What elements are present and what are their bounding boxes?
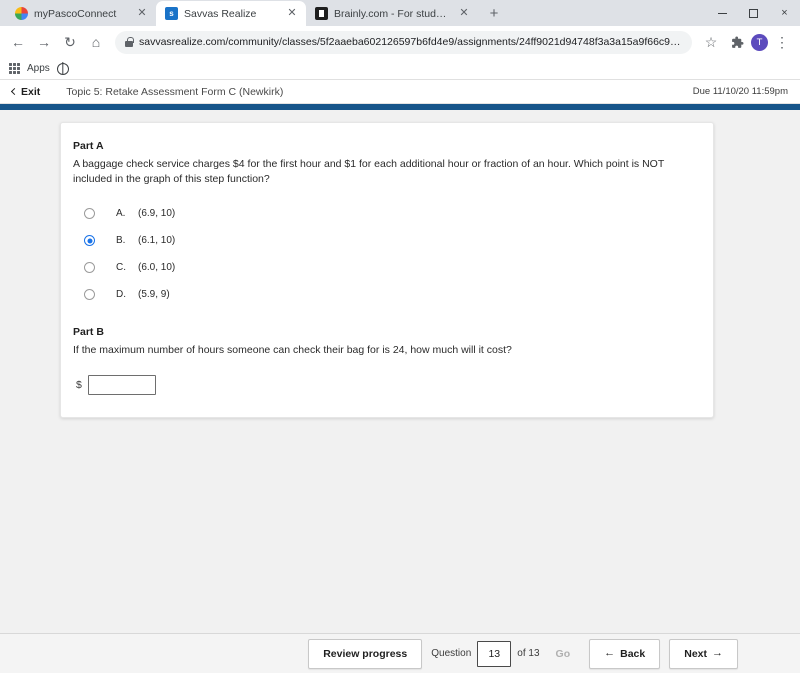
review-progress-button[interactable]: Review progress xyxy=(308,638,423,669)
option-letter: D. xyxy=(116,289,126,301)
answer-options: A. (6.9, 10) B. (6.1, 10) C. (6.0, 10) D… xyxy=(73,200,697,308)
option-text: (6.9, 10) xyxy=(138,208,176,220)
bookmark-apps-label[interactable]: Apps xyxy=(27,63,50,74)
maximize-button[interactable] xyxy=(738,0,769,26)
reload-icon[interactable]: ↻ xyxy=(58,30,82,54)
radio-b[interactable] xyxy=(84,235,95,247)
content-area: Part A A baggage check service charges $… xyxy=(0,110,800,633)
forward-icon[interactable]: → xyxy=(32,30,56,54)
answer-input[interactable] xyxy=(87,374,156,395)
browser-titlebar: myPascoConnect ✕ s Savvas Realize ✕ Brai… xyxy=(0,0,800,26)
tab-title: Brainly.com - For students. By stu xyxy=(334,7,451,20)
exit-button[interactable]: Exit xyxy=(10,85,41,98)
back-label: Back xyxy=(620,647,646,660)
assignment-header: Exit Topic 5: Retake Assessment Form C (… xyxy=(0,80,800,104)
back-button[interactable]: ← Back xyxy=(589,638,661,669)
radio-a[interactable] xyxy=(84,208,95,220)
browser-toolbar: ← → ↻ ⌂ savvasrealize.com/community/clas… xyxy=(0,26,800,58)
question-label: Question xyxy=(431,648,472,659)
url-text: savvasrealize.com/community/classes/5f2a… xyxy=(139,36,682,48)
part-b-label: Part B xyxy=(73,326,104,339)
arrow-left-icon: ← xyxy=(604,647,616,659)
tab-mypascoconnect[interactable]: myPascoConnect ✕ xyxy=(6,1,156,26)
minimize-button[interactable] xyxy=(707,0,738,26)
back-icon[interactable]: ← xyxy=(6,30,30,54)
page-title: Topic 5: Retake Assessment Form C (Newki… xyxy=(66,85,284,98)
exit-label: Exit xyxy=(21,85,41,98)
chevron-left-icon xyxy=(10,87,19,96)
extensions-puzzle-icon[interactable] xyxy=(725,30,749,54)
option-letter: A. xyxy=(116,208,126,220)
tab-title: Savvas Realize xyxy=(184,7,257,20)
address-bar[interactable]: savvasrealize.com/community/classes/5f2a… xyxy=(115,30,692,54)
tab-title: myPascoConnect xyxy=(34,7,117,20)
close-icon[interactable]: ✕ xyxy=(457,7,471,21)
new-tab-button[interactable]: + xyxy=(481,1,507,26)
next-label: Next xyxy=(684,647,707,660)
question-navigator: Question of 13 Go xyxy=(431,638,581,669)
pasco-circle-icon xyxy=(15,7,28,20)
arrow-right-icon: → xyxy=(712,647,723,659)
bookmark-star-icon[interactable]: ☆ xyxy=(699,30,723,54)
home-icon[interactable]: ⌂ xyxy=(84,30,108,54)
option-d[interactable]: D. (5.9, 9) xyxy=(73,281,697,308)
option-b[interactable]: B. (6.1, 10) xyxy=(73,227,697,254)
option-text: (5.9, 9) xyxy=(138,289,170,301)
part-b-question-text: If the maximum number of hours someone c… xyxy=(73,344,512,357)
lock-icon xyxy=(125,37,134,47)
part-b-section: Part B If the maximum number of hours so… xyxy=(73,326,697,395)
option-letter: B. xyxy=(116,235,126,247)
close-icon[interactable]: ✕ xyxy=(285,7,299,21)
option-c[interactable]: C. (6.0, 10) xyxy=(73,254,697,281)
question-total-label: of 13 xyxy=(517,648,540,659)
tab-strip: myPascoConnect ✕ s Savvas Realize ✕ Brai… xyxy=(6,0,507,26)
option-letter: C. xyxy=(116,262,126,274)
brainly-icon xyxy=(315,7,328,20)
part-a-question-text: A baggage check service charges $4 for t… xyxy=(73,158,665,186)
option-text: (6.1, 10) xyxy=(138,235,176,247)
window-controls: × xyxy=(707,0,800,26)
go-button[interactable]: Go xyxy=(545,638,581,669)
assessment-footer: Review progress Question of 13 Go ← Back… xyxy=(0,633,800,673)
currency-symbol: $ xyxy=(76,378,82,391)
due-date: Due 11/10/20 11:59pm xyxy=(692,86,788,97)
page-content: Exit Topic 5: Retake Assessment Form C (… xyxy=(0,80,800,673)
part-b-answer-row: $ xyxy=(73,374,697,395)
menu-icon[interactable]: ⋮ xyxy=(770,30,794,54)
part-a-label: Part A xyxy=(73,140,104,152)
close-window-button[interactable]: × xyxy=(769,0,800,26)
next-button[interactable]: Next → xyxy=(669,638,738,669)
apps-grid-icon[interactable] xyxy=(9,63,20,74)
close-icon[interactable]: ✕ xyxy=(135,7,149,21)
question-card: Part A A baggage check service charges $… xyxy=(60,122,714,418)
savvas-s-icon: s xyxy=(165,7,178,20)
radio-c[interactable] xyxy=(84,262,95,274)
globe-icon[interactable] xyxy=(56,62,69,75)
option-text: (6.0, 10) xyxy=(138,262,176,274)
avatar[interactable]: T xyxy=(751,33,768,51)
browser-window: myPascoConnect ✕ s Savvas Realize ✕ Brai… xyxy=(0,0,800,673)
radio-d[interactable] xyxy=(84,289,95,301)
tab-brainly[interactable]: Brainly.com - For students. By stu ✕ xyxy=(306,1,478,26)
question-number-input[interactable] xyxy=(477,640,512,667)
bookmarks-bar: Apps xyxy=(0,58,800,80)
tab-savvas-realize[interactable]: s Savvas Realize ✕ xyxy=(156,1,306,26)
option-a[interactable]: A. (6.9, 10) xyxy=(73,200,697,227)
